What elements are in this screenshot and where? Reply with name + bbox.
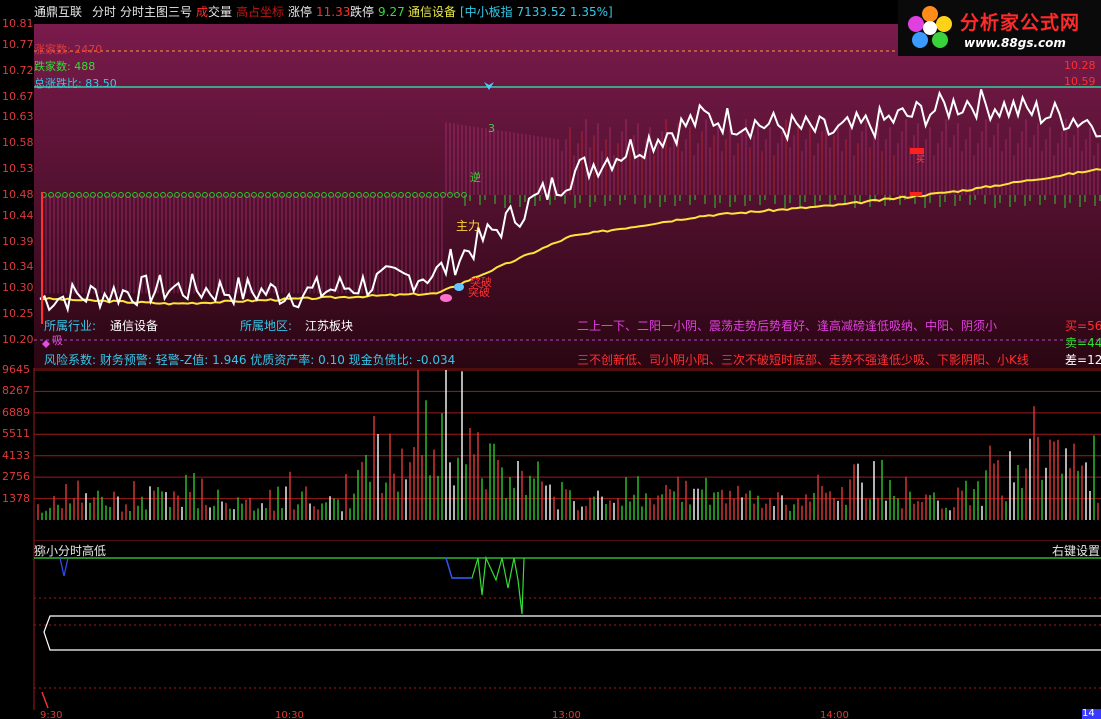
limit-up-label: 涨停 xyxy=(288,5,313,19)
pattern-text-1: 二上一下、二阳一小阴、震荡走势后势看好、逢高减磅逢低吸纳、中阳、阴须小 xyxy=(577,319,998,333)
diff-ratio-value: 12 xyxy=(1087,353,1101,367)
right-axis-label-1: 10.28 xyxy=(1064,59,1096,72)
volume-char-highlight: 成 xyxy=(196,5,209,19)
diamond-marker-icon xyxy=(440,294,452,302)
sell-ratio-value: 44 xyxy=(1087,336,1101,350)
rise-count: 涨家数: 2470 xyxy=(34,41,102,57)
fall-count: 跌家数: 488 xyxy=(34,58,95,74)
industry-value[interactable]: 通信设备 xyxy=(110,317,158,334)
view-mode-label[interactable]: 分时 xyxy=(92,5,116,19)
high-coord-label: 高占坐标 xyxy=(236,5,285,19)
price-tick-label: 10.53 xyxy=(2,162,34,176)
red-signal-block-2 xyxy=(910,192,922,196)
blue-dip-small xyxy=(59,557,69,577)
price-tick-label: 10.39 xyxy=(2,234,34,248)
volume-tick-label: 9645 xyxy=(2,363,30,376)
limit-down-label: 跌停 xyxy=(350,5,375,19)
limit-down-value: 9.27 xyxy=(378,5,405,19)
price-tick-label: 10.34 xyxy=(2,260,34,274)
fall-count-value: 488 xyxy=(74,60,96,73)
stock-app-window: 通鼎互联 分时 分时主图三号 成 交量 高占坐标 涨停 11.33 跌停 9.2… xyxy=(0,0,1101,719)
price-tick-label: 10.81 xyxy=(2,17,34,30)
signal-ni-text: 逆 xyxy=(470,170,481,184)
xi-label: 吸 xyxy=(52,334,63,347)
price-tick-label: 10.20 xyxy=(2,333,34,346)
red-tick-line xyxy=(41,691,49,709)
diamond-marker-2-icon xyxy=(454,283,464,291)
rise-count-label: 涨家数: xyxy=(34,43,71,56)
price-tick-label: 10.67 xyxy=(2,89,34,103)
time-label-1300: 13:00 xyxy=(552,710,581,719)
right-axis-label-2: 10.59 xyxy=(1064,75,1096,88)
limit-up-value: 11.33 xyxy=(316,5,351,19)
buy-signal-text: 买 xyxy=(916,154,925,165)
white-band xyxy=(43,615,1101,651)
industry-label: 所属行业: xyxy=(44,319,97,333)
green-oscillation xyxy=(445,555,525,615)
time-cursor-badge: 14 xyxy=(1082,709,1101,719)
zhuli-label: 主力 xyxy=(456,219,480,233)
price-tick-label: 10.25 xyxy=(2,307,34,321)
logo-url: www.88gs.com xyxy=(964,36,1066,50)
formula-name[interactable]: 分时主图三号 xyxy=(120,5,192,19)
volume-tick-label: 8267 xyxy=(2,384,30,398)
price-tick-label: 10.48 xyxy=(2,187,34,201)
time-label-930: 9:30 xyxy=(40,710,63,719)
diff-ratio: 差=12 xyxy=(1065,351,1101,368)
sector-label[interactable]: 通信设备 xyxy=(408,5,456,19)
signal-3-text: 3 xyxy=(488,122,495,135)
price-tick-label: 10.77 xyxy=(2,37,34,51)
red-signal-block xyxy=(910,148,924,154)
sell-ratio-label: 卖= xyxy=(1065,336,1088,350)
region-value[interactable]: 江苏板块 xyxy=(305,317,353,334)
time-label-1400: 14:00 xyxy=(820,710,849,719)
ratio-label: 总涨跌比: xyxy=(34,77,82,90)
price-tick-label: 10.58 xyxy=(2,136,34,150)
blue-dip-large xyxy=(445,557,472,579)
risk-text: 风险系数: 财务预警: 轻警-Z值: 1.946 优质资产率: 0.10 现金负… xyxy=(44,353,456,367)
price-tick-label: 10.30 xyxy=(2,281,34,295)
sell-ratio: 卖=44 xyxy=(1065,334,1101,351)
rise-count-value: 2470 xyxy=(74,43,103,56)
indicator-chart[interactable] xyxy=(0,540,1101,710)
price-tick-label: 10.44 xyxy=(2,208,34,222)
logo-title: 分析家公式网 xyxy=(960,12,1081,34)
diff-ratio-label: 差= xyxy=(1065,353,1088,367)
fall-count-label: 跌家数: xyxy=(34,60,71,73)
volume-tick-label: 6889 xyxy=(2,405,30,419)
volume-label: 交量 xyxy=(208,5,233,19)
region-label: 所属地区: xyxy=(240,319,293,333)
flower-logo-icon xyxy=(908,6,952,48)
buy-ratio: 买=56 xyxy=(1065,317,1101,334)
site-logo[interactable]: 分析家公式网 www.88gs.com xyxy=(898,0,1101,56)
ratio-value: 83.50 xyxy=(85,77,117,90)
index-quote[interactable]: [中小板指 7133.52 1.35%] xyxy=(460,5,613,19)
volume-bars xyxy=(37,370,1099,520)
volume-tick-label: 1378 xyxy=(2,491,30,505)
price-tick-label: 10.72 xyxy=(2,63,34,77)
volume-tick-label: 4133 xyxy=(2,448,30,462)
buy-ratio-value: 56 xyxy=(1087,319,1101,333)
buy-ratio-label: 买= xyxy=(1065,319,1088,333)
stock-name[interactable]: 通鼎互联 xyxy=(34,5,82,19)
price-tick-label: 10.63 xyxy=(2,110,34,124)
volume-tick-label: 5511 xyxy=(2,427,30,441)
time-label-1030: 10:30 xyxy=(275,710,304,719)
volume-tick-label: 2756 xyxy=(2,470,30,484)
breakout-label-2: 突破 xyxy=(468,285,490,299)
volume-chart[interactable] xyxy=(0,368,1101,540)
rise-fall-ratio: 总涨跌比: 83.50 xyxy=(34,75,117,91)
pattern-text-2: 三不创新低、司小阴小阳、三次不破短时底部、走势不强逢低少吸、下影阴阳、小K线 xyxy=(577,353,1029,367)
